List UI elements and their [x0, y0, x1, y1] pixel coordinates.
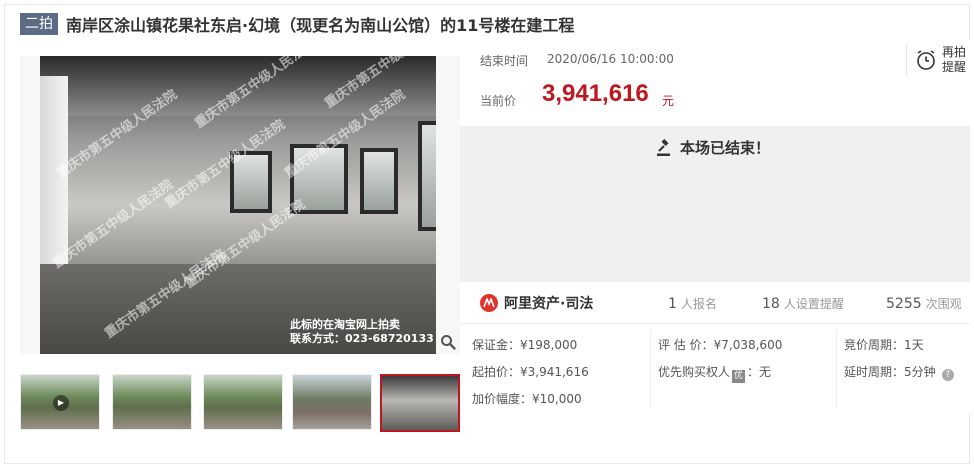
divider: [836, 330, 837, 408]
auction-status-text: 本场已结束！: [680, 139, 771, 157]
priority-buyer-value: ：无: [747, 365, 772, 379]
auction-info: 结束时间 2020/06/16 10:00:00 当前价 3,941,616 元…: [460, 40, 970, 126]
zoom-icon[interactable]: [440, 334, 456, 350]
priority-buyer-label: 优先购买权人: [658, 365, 731, 379]
stats-bar: 阿里资产·司法 1 人报名 18 人设置提醒 5255 次围观: [460, 282, 970, 324]
end-time-value: 2020/06/16 10:00:00: [547, 52, 674, 66]
priority-buyer: 优先购买权人优：无: [658, 363, 771, 383]
thumbnail[interactable]: [112, 374, 192, 430]
views-label: 次围观: [925, 297, 962, 311]
delay-cycle: 延时周期：5分钟?: [844, 363, 954, 381]
deposit: 保证金：¥198,000: [472, 338, 578, 352]
priority-icon: 优: [732, 370, 746, 383]
brand: 阿里资产·司法: [480, 293, 593, 313]
help-icon[interactable]: ?: [941, 369, 954, 381]
remind-line: 提醒: [942, 60, 967, 74]
page-title: 南岸区涂山镇花果社东启·幻境（现更名为南山公馆）的11号楼在建工程: [66, 16, 575, 35]
gavel-icon: [657, 138, 670, 156]
re-auction-remind-button[interactable]: 再拍 提醒: [906, 44, 968, 76]
remind-line: 再拍: [942, 45, 967, 59]
current-price-value: 3,941,616: [542, 80, 649, 107]
auction-status-panel: 本场已结束！: [460, 126, 970, 282]
bidding-cycle: 竞价周期：1天: [844, 338, 924, 352]
auction-details: 保证金：¥198,000 起拍价：¥3,941,616 加价幅度：¥10,000…: [460, 324, 970, 414]
auction-ended-message: 本场已结束！: [656, 137, 770, 158]
reminders-label: 人设置提醒: [783, 297, 844, 311]
brand-name: 阿里资产·司法: [504, 296, 594, 312]
thumbnail[interactable]: [203, 374, 283, 430]
round-badge: 二拍: [20, 13, 58, 35]
remind-text: 再拍 提醒: [942, 45, 966, 75]
end-time-label: 结束时间: [480, 54, 529, 68]
signups-count: 1: [668, 296, 677, 312]
signups-stat: 1 人报名: [668, 295, 717, 312]
main-image-viewer[interactable]: 重庆市第五中级人民法院 重庆市第五中级人民法院 重庆市第五中级人民法院 重庆市第…: [20, 56, 460, 354]
photo-window: [360, 148, 398, 214]
photo-caption: 此标的在淘宝网上拍卖 联系方式：023-68720133: [290, 318, 434, 346]
currency-unit: 元: [662, 94, 675, 108]
reminders-count: 18: [762, 296, 780, 312]
thumbnail-active[interactable]: [380, 374, 460, 432]
photo-window: [418, 121, 436, 231]
appraisal-price: 评 估 价：¥7,038,600: [658, 338, 783, 352]
current-price-label: 当前价: [480, 94, 517, 108]
delay-cycle-text: 延时周期：5分钟: [844, 365, 936, 379]
alarm-clock-icon: [917, 50, 935, 70]
title-row: 二拍 南岸区涂山镇花果社东启·幻境（现更名为南山公馆）的11号楼在建工程: [20, 13, 574, 35]
start-price: 起拍价：¥3,941,616: [472, 365, 589, 379]
photo-caption-line: 此标的在淘宝网上拍卖: [290, 318, 400, 331]
reminders-stat: 18 人设置提醒: [762, 295, 844, 312]
signups-label: 人报名: [680, 297, 717, 311]
main-photo: 重庆市第五中级人民法院 重庆市第五中级人民法院 重庆市第五中级人民法院 重庆市第…: [40, 56, 436, 354]
thumbnail[interactable]: [292, 374, 372, 430]
price-increment: 加价幅度：¥10,000: [472, 392, 582, 406]
thumbnail-video[interactable]: ▶: [20, 374, 100, 430]
ali-assets-logo-icon: [480, 294, 498, 312]
views-stat: 5255 次围观: [886, 295, 962, 312]
photo-caption-line: 联系方式：023-68720133: [290, 332, 434, 345]
divider: [650, 330, 651, 408]
play-icon: ▶: [53, 395, 69, 411]
views-count: 5255: [886, 296, 922, 312]
